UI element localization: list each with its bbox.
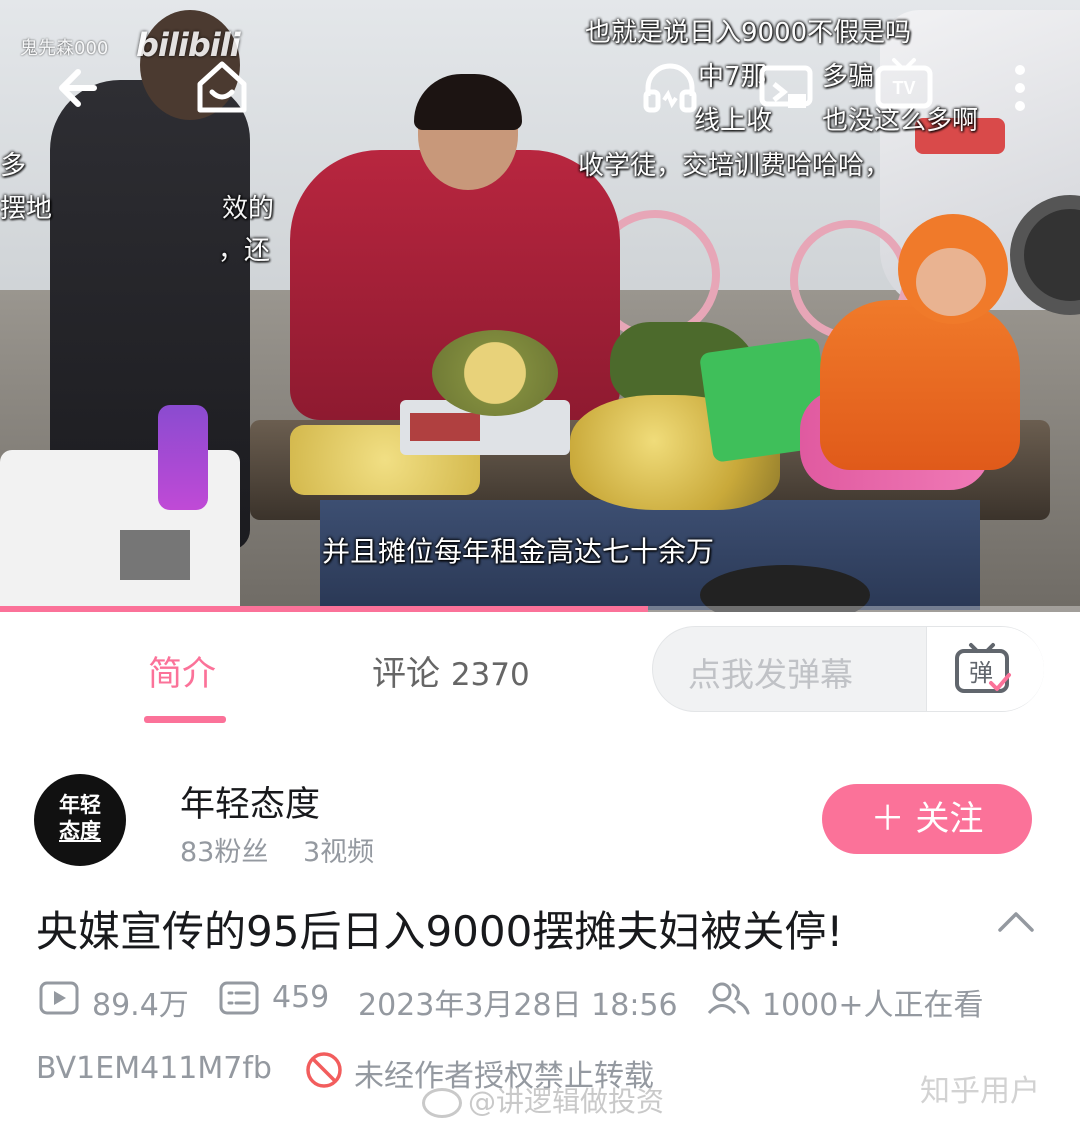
tab-intro[interactable]: 简介: [148, 646, 216, 695]
tv-icon[interactable]: TV: [872, 56, 936, 120]
video-frame-bag-print: [120, 530, 190, 580]
follow-button[interactable]: ＋ 关注: [822, 784, 1032, 854]
zhihu-watermark: 知乎用户: [920, 1074, 1040, 1109]
bvid[interactable]: BV1EM411M7fb: [36, 1051, 272, 1086]
danmaku-comment: 多: [0, 151, 27, 181]
video-player[interactable]: 鬼先森000 bilibili 也就是说日入9000不假是吗 中7那 多骗 线上…: [0, 0, 1080, 612]
tab-active-underline: [144, 716, 226, 723]
author-followers: 83粉丝: [180, 837, 269, 868]
publish-time: 2023年3月28日 18:56: [358, 988, 678, 1023]
back-arrow-icon[interactable]: [50, 56, 114, 120]
video-frame-jackfruit: [432, 330, 558, 416]
danmaku-comment: 收学徒，交培训费哈哈哈，: [578, 151, 891, 181]
home-icon[interactable]: [190, 56, 254, 120]
danmaku-comment: 多骗: [822, 62, 875, 92]
play-count-icon: [39, 981, 79, 1015]
watching-users-icon: [707, 982, 750, 1015]
view-count: 89.4万: [92, 988, 189, 1023]
video-frame-child: [820, 300, 1020, 470]
video-frame-child-face: [916, 248, 986, 316]
danmaku-toggle-icon: 弹: [955, 643, 1011, 693]
avatar-lettering: 年轻 态度: [59, 792, 101, 843]
danmaku-comment: ，还: [218, 236, 271, 266]
danmaku-comment: 摆地: [0, 194, 53, 224]
video-subtitle: 并且摊位每年租金高达七十余万: [322, 535, 715, 568]
danmaku-count-icon: [219, 981, 259, 1015]
danmaku-count: 459: [272, 980, 330, 1015]
tab-comments-count: 2370: [450, 657, 530, 693]
danmaku-input-placeholder: 点我发弹幕: [688, 655, 853, 694]
author-stats: 83粉丝 3视频: [180, 830, 374, 869]
weibo-watermark: @讲逻辑做投资: [422, 1080, 664, 1120]
chevron-up-icon[interactable]: [996, 906, 1036, 936]
more-vertical-icon[interactable]: [990, 56, 1050, 120]
watching-now: 1000+人正在看: [762, 988, 984, 1023]
danmaku-comment: 效的: [222, 194, 275, 224]
svg-text:TV: TV: [892, 78, 915, 98]
author-name[interactable]: 年轻态度: [180, 776, 320, 827]
weibo-logo-icon: [422, 1088, 462, 1118]
video-title: 央媒宣传的95后日入9000摆摊夫妇被关停!: [36, 907, 844, 956]
tab-comments[interactable]: 评论 2370: [372, 646, 530, 695]
danmaku-comment: 也就是说日入9000不假是吗: [585, 18, 912, 48]
avatar[interactable]: 年轻 态度: [34, 774, 126, 866]
author-video-count: 3视频: [302, 837, 375, 868]
video-frame-scale-display: [410, 413, 480, 441]
headphones-icon[interactable]: [638, 56, 702, 120]
no-reprint-icon: [306, 1052, 342, 1088]
video-frame-bottle: [158, 405, 208, 510]
cast-icon[interactable]: [754, 56, 818, 120]
tab-comments-label: 评论: [372, 654, 440, 694]
danmaku-send-button[interactable]: 弹: [926, 627, 1044, 711]
